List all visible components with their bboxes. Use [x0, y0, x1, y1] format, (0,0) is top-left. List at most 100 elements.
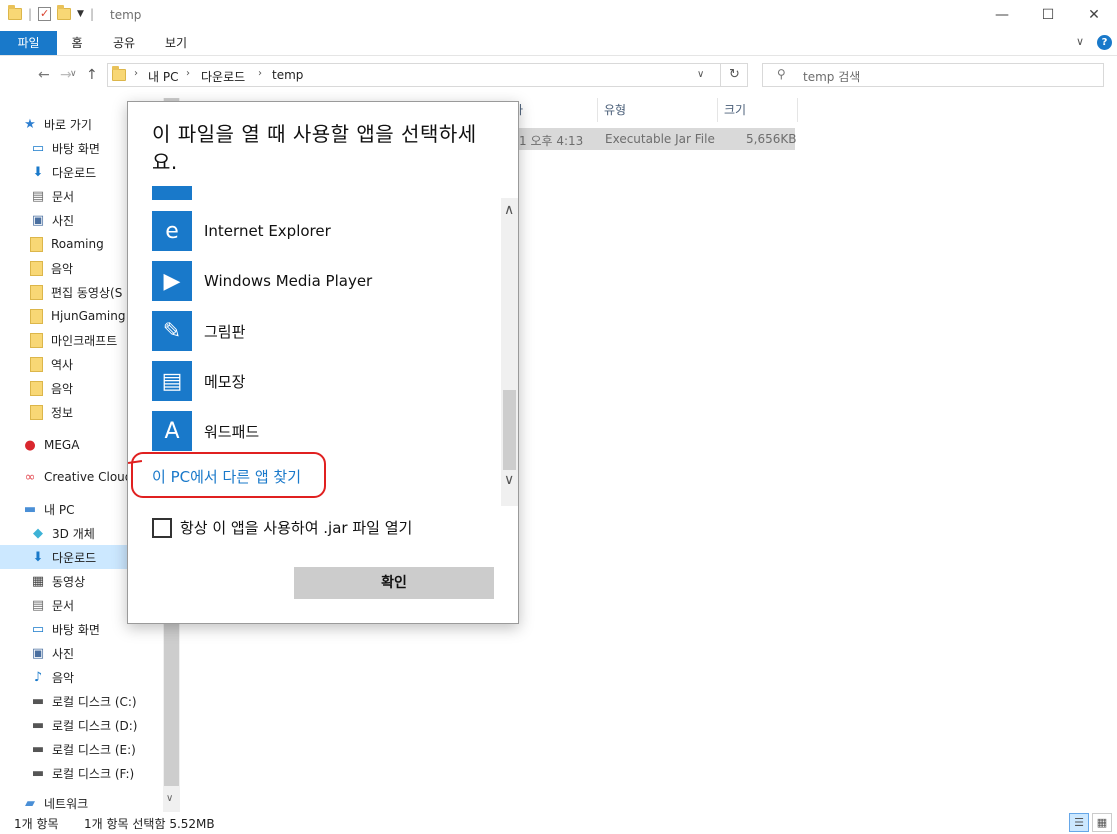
sidebar-item-label: 음악	[51, 381, 74, 396]
scroll-down-arrow[interactable]: ∨	[504, 472, 514, 488]
download-icon: ⬇	[32, 549, 44, 565]
search-icon: ⚲	[777, 67, 786, 81]
expand-ribbon-icon[interactable]: ∨	[1076, 35, 1084, 48]
creative-cloud-icon: ∞	[24, 469, 36, 485]
app-label: 그림판	[204, 322, 246, 341]
scroll-up-arrow[interactable]: ∧	[504, 202, 514, 218]
sidebar-item-label: 바탕 화면	[52, 622, 100, 637]
sidebar-item[interactable]: ♪ 음악	[0, 665, 163, 689]
app-item[interactable]: ✎ 그림판	[152, 311, 245, 351]
ok-button[interactable]: 확인	[294, 567, 494, 599]
refresh-button[interactable]: ↻	[720, 64, 748, 86]
search-input[interactable]: ⚲ temp 검색	[762, 63, 1104, 87]
address-history-dropdown[interactable]: ∨	[697, 69, 704, 80]
sidebar-item-label: 바로 가기	[44, 117, 92, 132]
computer-icon: ▬	[23, 501, 37, 517]
sidebar-item[interactable]: ▣ 사진	[0, 641, 163, 665]
sidebar-item-label: 문서	[52, 189, 75, 204]
mega-icon: ●	[24, 437, 36, 453]
large-icons-view-button[interactable]: ▦	[1092, 813, 1112, 832]
notepad-icon: ▤	[152, 361, 192, 401]
folder-icon	[30, 308, 43, 324]
sidebar-item-label: 로컬 디스크 (F:)	[52, 766, 135, 781]
close-button[interactable]: ✕	[1071, 0, 1117, 31]
details-view-button[interactable]: ☰	[1069, 813, 1089, 832]
sidebar-item-label: Creative Cloud	[44, 470, 133, 484]
back-button[interactable]: ←	[38, 67, 50, 83]
document-icon: ▤	[31, 188, 45, 204]
sidebar-item[interactable]: ▬ 로컬 디스크 (C:)	[0, 689, 163, 713]
find-another-app-link[interactable]: 이 PC에서 다른 앱 찾기	[152, 466, 301, 487]
drive-icon: ▬	[31, 741, 45, 757]
address-bar[interactable]: › 내 PC › 다운로드 › temp ∨ ↻	[107, 63, 748, 87]
app-item[interactable]: ▶ Windows Media Player	[152, 261, 372, 301]
chevron-right-icon[interactable]: ›	[134, 68, 138, 79]
folder-icon	[30, 260, 43, 276]
always-use-option[interactable]: 항상 이 앱을 사용하여 .jar 파일 열기	[152, 517, 412, 538]
download-icon: ⬇	[32, 164, 44, 180]
pictures-icon: ▣	[31, 645, 45, 661]
tab-share[interactable]: 공유	[104, 31, 144, 55]
folder-icon	[8, 5, 22, 20]
internet-explorer-icon: e	[152, 211, 192, 251]
tab-file[interactable]: 파일	[0, 31, 57, 55]
chevron-right-icon[interactable]: ›	[258, 68, 262, 79]
app-item[interactable]: ▤ 메모장	[152, 361, 245, 401]
folder-icon	[30, 356, 43, 372]
folder-icon	[30, 404, 43, 420]
folder-icon	[30, 236, 43, 252]
help-icon[interactable]: ?	[1097, 35, 1112, 50]
sidebar-item-label: 편집 동영상(S	[51, 285, 123, 300]
breadcrumb-temp[interactable]: temp	[272, 68, 303, 82]
sidebar-item-label: 다운로드	[52, 165, 97, 180]
breadcrumb-downloads[interactable]: 다운로드	[201, 68, 245, 85]
navigation-bar: ← → ∨ ↑ › 내 PC › 다운로드 › temp ∨ ↻ ⚲ temp …	[0, 56, 1117, 96]
tab-view[interactable]: 보기	[156, 31, 196, 55]
partial-app-tile[interactable]	[152, 186, 192, 200]
sidebar-item[interactable]: ▬ 로컬 디스크 (D:)	[0, 713, 163, 737]
sidebar-item[interactable]: ▬ 로컬 디스크 (F:)	[0, 761, 163, 785]
column-header-type[interactable]: 유형	[598, 98, 718, 122]
always-use-checkbox[interactable]	[152, 517, 172, 538]
paint-icon: ✎	[152, 311, 192, 351]
sidebar-item-label: 음악	[52, 670, 75, 685]
app-list-scrollbar-thumb[interactable]	[503, 390, 516, 470]
folder-icon	[30, 380, 43, 396]
app-item[interactable]: e Internet Explorer	[152, 211, 331, 251]
tab-home[interactable]: 홈	[60, 31, 94, 55]
properties-icon[interactable]: ✓	[38, 7, 52, 21]
status-bar: 1개 항목 1개 항목 선택함 5.52MB ☰ ▦	[0, 812, 1117, 834]
customize-toolbar-icon[interactable]: ▼	[77, 9, 84, 19]
desktop-icon: ▭	[31, 140, 45, 156]
minimize-button[interactable]: —	[979, 0, 1025, 31]
sidebar-item-label: 사진	[52, 213, 75, 228]
drive-icon: ▬	[31, 693, 45, 709]
recent-locations-button[interactable]: ∨	[70, 69, 77, 79]
folder-icon	[30, 284, 43, 300]
breadcrumb-this-pc[interactable]: 내 PC	[148, 68, 178, 85]
maximize-button[interactable]: ☐	[1025, 0, 1071, 31]
sidebar-item[interactable]: ▬ 로컬 디스크 (E:)	[0, 737, 163, 761]
new-folder-icon[interactable]	[57, 5, 72, 20]
dialog-title: 이 파일을 열 때 사용할 앱을 선택하세요.	[152, 122, 477, 174]
document-icon: ▤	[31, 597, 45, 613]
file-date: 1 오후 4:13	[519, 134, 584, 148]
column-header-date[interactable]: 자	[506, 98, 598, 122]
up-button[interactable]: ↑	[86, 67, 98, 83]
sidebar-item-label: 정보	[51, 405, 74, 420]
star-icon: ★	[24, 116, 36, 132]
quick-access-toolbar: | ✓ ▼ |	[8, 5, 94, 21]
app-item[interactable]: A 워드패드	[152, 411, 259, 451]
item-count: 1개 항목	[14, 817, 59, 831]
network-icon: ▰	[25, 795, 35, 811]
sidebar-item-label: 3D 개체	[52, 526, 95, 541]
chevron-right-icon[interactable]: ›	[186, 68, 190, 79]
sidebar-item-label: 문서	[52, 598, 75, 613]
drive-icon: ▬	[31, 765, 45, 781]
window-title: temp	[110, 8, 142, 22]
column-header-size[interactable]: 크기	[718, 98, 798, 122]
sidebar-scroll-down-arrow[interactable]: ∨	[166, 793, 173, 804]
sidebar-item-label: 내 PC	[44, 502, 75, 517]
always-use-label[interactable]: 항상 이 앱을 사용하여 .jar 파일 열기	[180, 517, 412, 538]
search-placeholder: temp 검색	[803, 70, 861, 84]
